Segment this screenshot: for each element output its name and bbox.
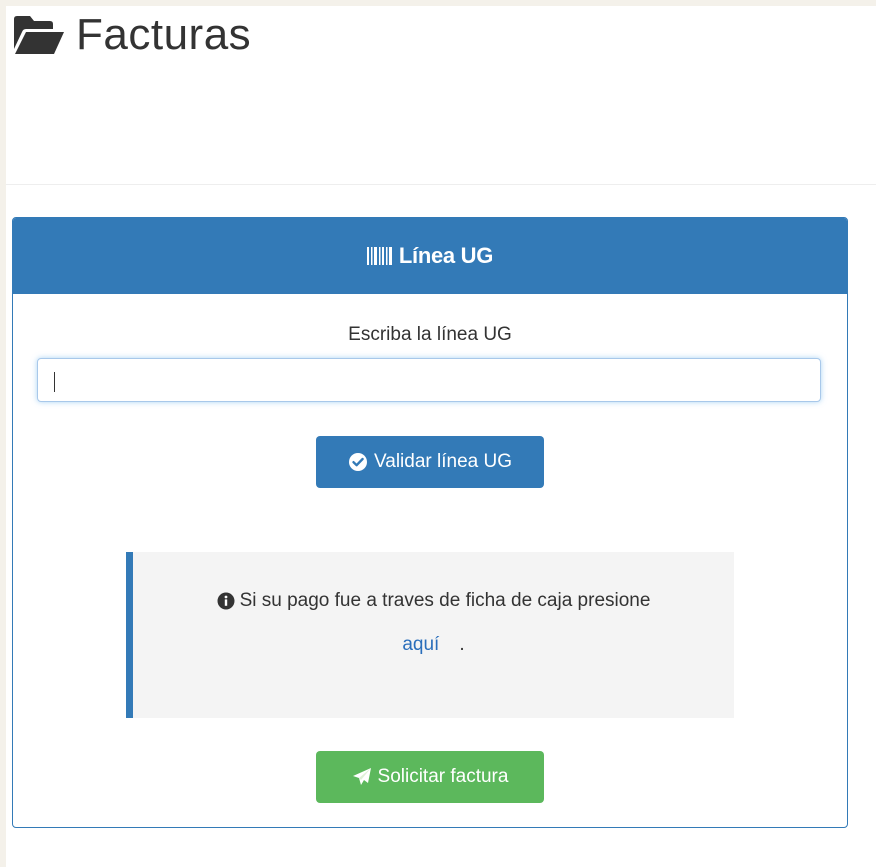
linea-ug-label: Escriba la línea UG [348, 324, 512, 345]
linea-ug-panel: Línea UG Escriba la línea UG Validar lín… [12, 217, 848, 828]
info-circle-icon [217, 592, 235, 610]
page-title-wrap: Facturas [12, 10, 251, 60]
folder-open-icon [12, 13, 66, 57]
barcode-icon [366, 247, 393, 265]
linea-ug-input[interactable] [37, 358, 821, 402]
solicitar-button-label: Solicitar factura [377, 766, 509, 787]
callout-text-row: Si su pago fue a traves de ficha de caja… [133, 590, 734, 612]
page-header: Facturas [6, 6, 876, 185]
solicitar-factura-button[interactable]: Solicitar factura [316, 751, 544, 803]
check-circle-icon [348, 452, 368, 472]
panel-heading: Línea UG [13, 218, 847, 294]
text-caret [54, 372, 55, 392]
info-callout: Si su pago fue a traves de ficha de caja… [126, 552, 734, 718]
validate-linea-ug-button[interactable]: Validar línea UG [316, 436, 544, 488]
page: Facturas Línea UG Escriba la línea UG Va… [6, 6, 876, 867]
callout-period: . [459, 634, 465, 655]
aqui-link[interactable]: aquí [402, 634, 439, 655]
panel-title: Línea UG [398, 243, 494, 268]
validate-button-label: Validar línea UG [374, 451, 512, 472]
page-title: Facturas [76, 10, 252, 59]
paper-plane-icon [352, 767, 372, 787]
callout-link-row: aquí. [133, 634, 734, 656]
callout-text: Si su pago fue a traves de ficha de caja… [239, 590, 651, 611]
